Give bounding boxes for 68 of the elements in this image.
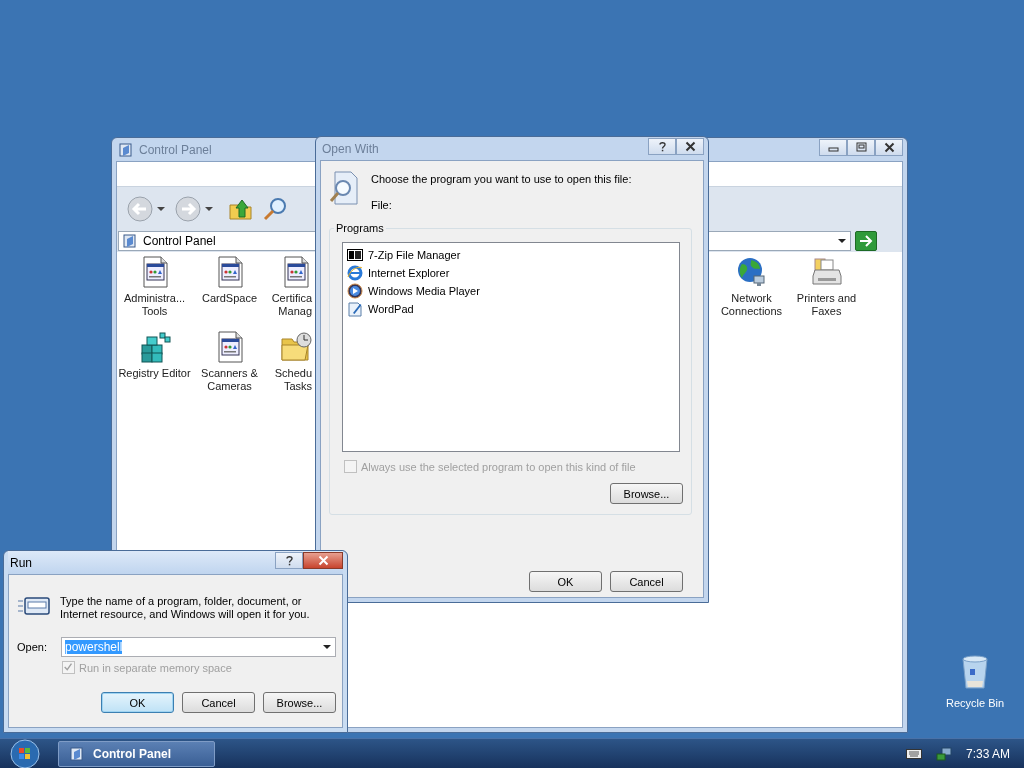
dialog-button[interactable]: OK	[101, 692, 174, 713]
start-button[interactable]	[10, 738, 40, 768]
caret-icon[interactable]	[157, 205, 165, 212]
minimize-button[interactable]	[819, 139, 847, 156]
close-icon	[684, 141, 696, 152]
program-item[interactable]: Windows Media Player	[347, 282, 675, 300]
item-label[interactable]: Network Connections	[714, 292, 789, 318]
desktop-icon-label: Recycle Bin	[945, 697, 1005, 709]
dialog-button[interactable]: Browse...	[263, 692, 336, 713]
item-label[interactable]: Administra... Tools	[117, 292, 192, 318]
help-icon	[656, 141, 668, 152]
maximize-icon	[855, 142, 867, 153]
file-label: File:	[371, 199, 392, 211]
printer-icon	[810, 256, 843, 288]
control-panel-icon	[118, 141, 134, 158]
checkbox-label: Run in separate memory space	[79, 661, 232, 674]
control-panel-icon	[122, 233, 138, 249]
program-item[interactable]: Internet Explorer	[347, 264, 675, 282]
cubes-icon	[138, 331, 171, 363]
close-icon	[883, 142, 895, 153]
window-title: Control Panel	[139, 142, 212, 157]
notepad-icon	[347, 301, 363, 317]
run-icon	[18, 597, 50, 615]
close-button[interactable]	[676, 138, 704, 155]
close-icon	[317, 555, 329, 566]
checkbox-label: Always use the selected program to open this kind of file	[361, 460, 636, 473]
browse-button[interactable]: Browse...	[610, 483, 683, 504]
help-button[interactable]	[275, 552, 303, 569]
search-icon[interactable]	[263, 196, 287, 221]
caret-icon[interactable]	[323, 644, 331, 650]
description-text: Type the name of a program, folder, document, or Internet resource, and Windows will open it for you.	[60, 595, 311, 621]
window-title: Open With	[322, 141, 379, 156]
close-button[interactable]	[303, 552, 343, 569]
prompt-text: Choose the program you want to use to open this file:	[371, 173, 632, 185]
keyboard-icon[interactable]	[905, 748, 922, 759]
arrow-icon	[859, 235, 873, 247]
open-label: Open:	[17, 641, 47, 653]
item-label[interactable]: Printers and Faxes	[789, 292, 864, 318]
browser-icon	[347, 265, 363, 281]
taskbar-button[interactable]: Control Panel	[58, 740, 215, 767]
caret-icon[interactable]	[838, 238, 846, 244]
group-label: Programs	[334, 222, 386, 234]
dialog-button[interactable]: OK	[529, 571, 602, 592]
globe-icon	[735, 256, 768, 288]
folder-clock-icon	[280, 331, 312, 363]
clock: 7:33 AM	[965, 746, 1010, 761]
help-button[interactable]	[648, 138, 676, 155]
dialog-button[interactable]: Cancel	[610, 571, 683, 592]
document-search-icon	[329, 171, 359, 205]
program-list[interactable]: 7-Zip File Manager Internet Explorer Windows Media Player WordPad	[342, 242, 680, 452]
item-label[interactable]: Schedu Tasks	[267, 367, 312, 393]
item-label[interactable]: Scanners & Cameras	[192, 367, 267, 393]
help-icon	[283, 555, 295, 566]
trash-bin-icon[interactable]	[961, 655, 989, 689]
archive-icon	[347, 247, 363, 263]
network-icon[interactable]	[935, 745, 952, 762]
program-item[interactable]: WordPad	[347, 300, 675, 318]
close-button[interactable]	[875, 139, 903, 156]
caret-icon[interactable]	[205, 205, 213, 212]
item-label[interactable]: Certifica Manag	[267, 292, 312, 318]
item-label[interactable]: Registry Editor	[118, 367, 191, 380]
go-button[interactable]	[855, 231, 877, 251]
media-player-icon	[347, 283, 363, 299]
program-item[interactable]: 7-Zip File Manager	[347, 246, 675, 264]
control-panel-icon	[69, 745, 85, 762]
item-label[interactable]: CardSpace	[201, 292, 257, 305]
dialog-button[interactable]: Cancel	[182, 692, 255, 713]
window-title: Run	[10, 555, 32, 570]
